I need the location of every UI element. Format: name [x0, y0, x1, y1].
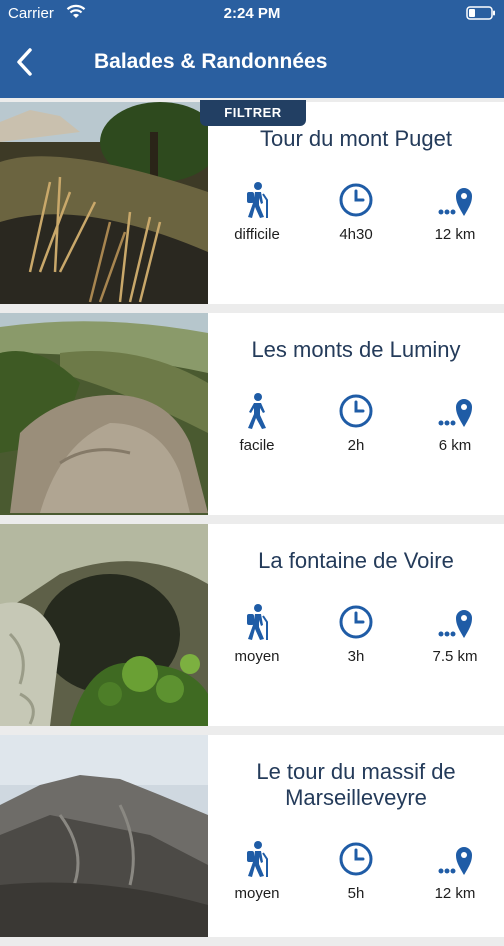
hike-photo: [0, 102, 208, 304]
map-pin-distance-icon: [406, 391, 504, 431]
distance-label: 6 km: [438, 437, 472, 454]
difficulty-stat: difficile: [208, 180, 306, 243]
hike-stats: difficile 4h30 12 km: [208, 180, 504, 260]
hike-info: La fontaine de Voire moyen 3h 7.5 km: [208, 524, 504, 726]
distance-label: 7.5 km: [432, 648, 478, 665]
filter-button[interactable]: FILTRER: [200, 100, 306, 126]
difficulty-label: difficile: [234, 226, 280, 243]
clock-icon: [307, 391, 405, 431]
distance-stat: 7.5 km: [406, 602, 504, 665]
battery-icon: [466, 6, 496, 24]
duration-label: 4h30: [339, 226, 373, 243]
hike-title: Le tour du massif de Marseilleveyre: [256, 759, 456, 810]
hike-photo: [0, 735, 208, 937]
distance-label: 12 km: [434, 226, 476, 243]
map-pin-distance-icon: [406, 839, 504, 879]
hiker-with-backpack-icon: [208, 602, 306, 642]
walker-icon: [208, 391, 306, 431]
difficulty-label: moyen: [234, 648, 280, 665]
map-pin-distance-icon: [406, 602, 504, 642]
hike-card-massif-marseilleveyre[interactable]: Le tour du massif de Marseilleveyre moye…: [0, 735, 504, 937]
duration-stat: 3h: [307, 602, 405, 665]
hike-info: Tour du mont Puget difficile 4h30 12 km: [208, 102, 504, 304]
duration-stat: 2h: [307, 391, 405, 454]
duration-label: 3h: [347, 648, 365, 665]
nav-bar: Balades & Randonnées: [0, 28, 504, 98]
hike-title: La fontaine de Voire: [258, 548, 454, 573]
duration-label: 5h: [347, 885, 365, 902]
page-title: Balades & Randonnées: [94, 50, 328, 73]
distance-stat: 12 km: [406, 839, 504, 902]
clock-icon: [307, 602, 405, 642]
hike-title: Les monts de Luminy: [251, 337, 461, 362]
status-bar: Carrier 2:24 PM: [0, 0, 504, 28]
duration-label: 2h: [347, 437, 365, 454]
hike-photo: [0, 313, 208, 515]
difficulty-label: facile: [239, 437, 275, 454]
distance-label: 12 km: [434, 885, 476, 902]
top-bar: Carrier 2:24 PM Balades & Randonnées: [0, 0, 504, 98]
distance-stat: 6 km: [406, 391, 504, 454]
duration-stat: 4h30: [307, 180, 405, 243]
hiker-with-backpack-icon: [208, 839, 306, 879]
hike-stats: moyen 3h 7.5 km: [208, 602, 504, 682]
hiker-with-backpack-icon: [208, 180, 306, 220]
clock-icon: [307, 839, 405, 879]
hike-stats: moyen 5h 12 km: [208, 839, 504, 919]
hike-card-fontaine-voire[interactable]: La fontaine de Voire moyen 3h 7.5 km: [0, 524, 504, 726]
hike-info: Les monts de Luminy facile 2h 6 km: [208, 313, 504, 515]
hike-card-monts-luminy[interactable]: Les monts de Luminy facile 2h 6 km: [0, 313, 504, 515]
distance-stat: 12 km: [406, 180, 504, 243]
status-time: 2:24 PM: [223, 5, 281, 22]
clock-icon: [307, 180, 405, 220]
hike-photo: [0, 524, 208, 726]
hike-list: Tour du mont Puget difficile 4h30 12 km …: [0, 102, 504, 946]
difficulty-stat: moyen: [208, 839, 306, 902]
difficulty-stat: moyen: [208, 602, 306, 665]
hike-stats: facile 2h 6 km: [208, 391, 504, 471]
duration-stat: 5h: [307, 839, 405, 902]
difficulty-label: moyen: [234, 885, 280, 902]
hike-title: Tour du mont Puget: [259, 126, 452, 151]
hike-card-mont-puget[interactable]: Tour du mont Puget difficile 4h30 12 km: [0, 102, 504, 304]
back-button[interactable]: [10, 44, 40, 80]
difficulty-stat: facile: [208, 391, 306, 454]
map-pin-distance-icon: [406, 180, 504, 220]
hike-info: Le tour du massif de Marseilleveyre moye…: [208, 735, 504, 937]
chevron-left-icon: [17, 48, 32, 76]
